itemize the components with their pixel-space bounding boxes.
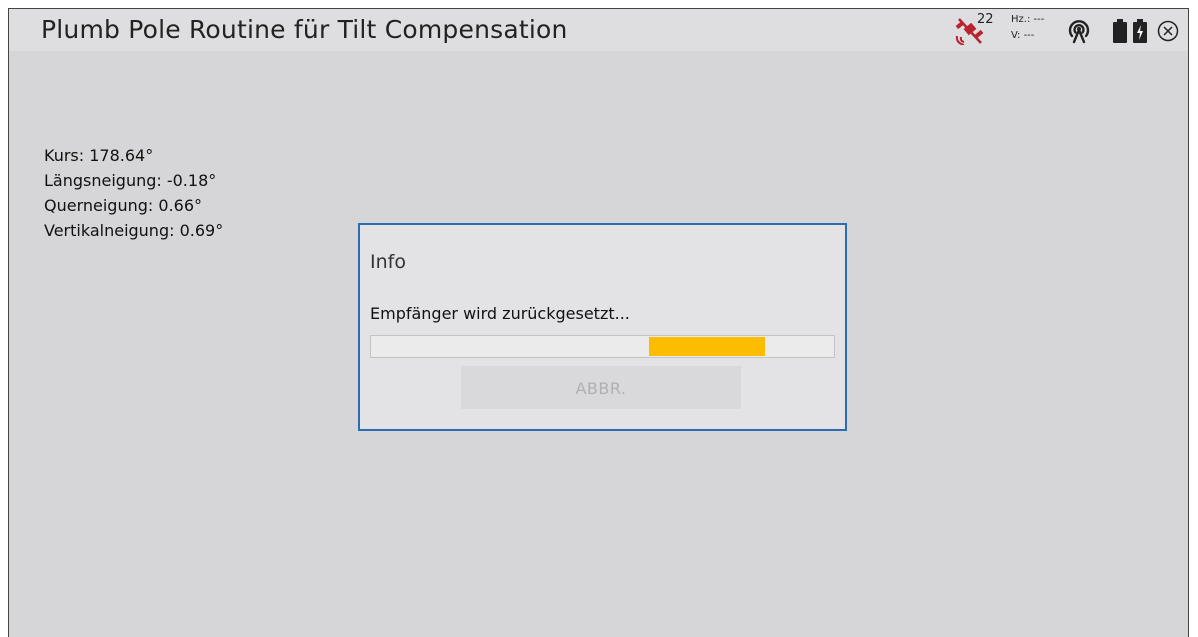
signal-icon[interactable] <box>1066 18 1092 44</box>
battery-charging-icon <box>1133 19 1147 43</box>
vertikalneigung-readout: Vertikalneigung: 0.69° <box>44 221 224 240</box>
v-readout: V: --- <box>1011 30 1035 41</box>
satellite-count: 22 <box>977 12 994 27</box>
page-title: Plumb Pole Routine für Tilt Compensation <box>41 15 568 44</box>
title-bar: Plumb Pole Routine für Tilt Compensation… <box>9 9 1188 51</box>
querneigung-readout: Querneigung: 0.66° <box>44 196 202 215</box>
angle-readout: Hz.: --- V: --- <box>1011 12 1044 44</box>
tilt-readouts: Kurs: 178.64° Längsneigung: -0.18° Quern… <box>44 143 223 243</box>
laengsneigung-readout: Längsneigung: -0.18° <box>44 171 217 190</box>
app-window: Plumb Pole Routine für Tilt Compensation… <box>8 8 1189 637</box>
progress-bar <box>370 335 835 358</box>
cancel-button[interactable]: ABBR. <box>461 366 741 409</box>
hz-readout: Hz.: --- <box>1011 14 1045 25</box>
info-dialog: Info Empfänger wird zurückgesetzt... ABB… <box>358 223 847 431</box>
dialog-title: Info <box>370 251 406 273</box>
kurs-readout: Kurs: 178.64° <box>44 146 154 165</box>
close-icon[interactable] <box>1157 20 1179 42</box>
progress-fill <box>649 337 765 356</box>
dialog-message: Empfänger wird zurückgesetzt... <box>370 304 630 323</box>
battery-icon <box>1113 19 1127 43</box>
